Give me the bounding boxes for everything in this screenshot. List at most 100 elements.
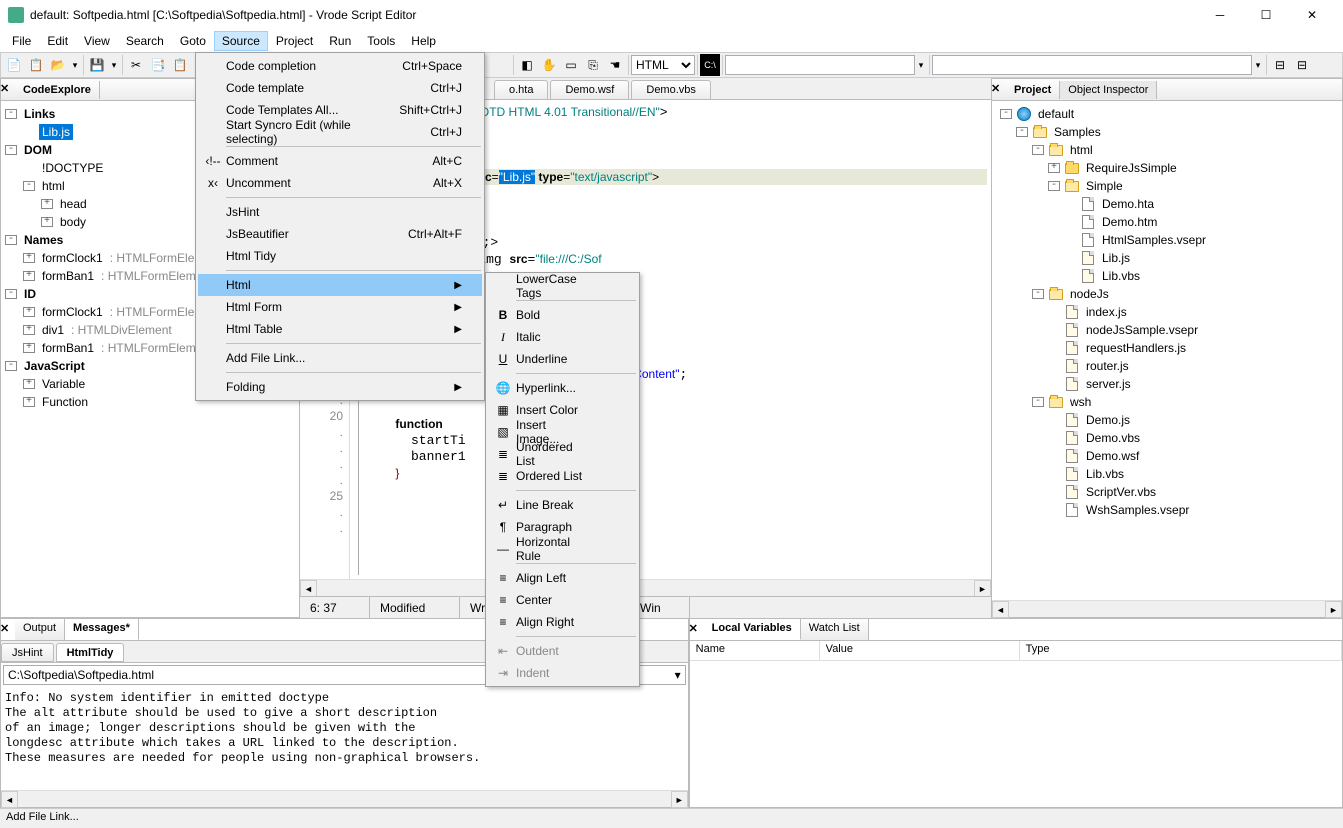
htmltidy-subtab[interactable]: HtmlTidy <box>56 643 125 662</box>
tree-item[interactable]: Lib.vbs <box>996 465 1338 483</box>
save-icon[interactable]: 💾 <box>86 54 108 76</box>
pan-icon[interactable]: ✋ <box>538 54 560 76</box>
nav-back-icon[interactable]: ⊟ <box>1269 54 1291 76</box>
tree-item[interactable]: Demo.js <box>996 411 1338 429</box>
menu-item[interactable]: ≡Align Left <box>488 567 637 589</box>
local-vars-tab[interactable]: Local Variables <box>704 619 801 640</box>
menu-item[interactable]: Code templateCtrl+J <box>198 77 482 99</box>
menu-item[interactable]: ‹!--CommentAlt+C <box>198 150 482 172</box>
menu-run[interactable]: Run <box>321 31 359 51</box>
tree-item[interactable]: WshSamples.vsepr <box>996 501 1338 519</box>
open-dropdown[interactable]: ▾ <box>69 60 81 71</box>
menu-goto[interactable]: Goto <box>172 31 214 51</box>
menu-item[interactable]: Add File Link... <box>198 347 482 369</box>
panel-close-icon[interactable]: ✕ <box>0 82 14 96</box>
code-explore-tab[interactable]: CodeExplore <box>15 81 100 99</box>
menu-item[interactable]: —Horizontal Rule <box>488 538 637 560</box>
menu-file[interactable]: File <box>4 31 39 51</box>
search-input-2[interactable] <box>932 55 1252 75</box>
menu-source[interactable]: Source <box>214 31 268 51</box>
paste-icon[interactable]: 📋 <box>169 54 191 76</box>
hand-icon[interactable]: ☚ <box>604 54 626 76</box>
menu-item[interactable]: IItalic <box>488 326 637 348</box>
tree-item[interactable]: -wsh <box>996 393 1338 411</box>
new-project-icon[interactable]: 📋 <box>25 54 47 76</box>
menu-item[interactable]: JsBeautifierCtrl+Alt+F <box>198 223 482 245</box>
search1-dropdown[interactable]: ▾ <box>915 60 927 71</box>
tree-item[interactable]: -html <box>996 141 1338 159</box>
watch-list-tab[interactable]: Watch List <box>801 619 869 640</box>
tree-item[interactable]: -Simple <box>996 177 1338 195</box>
menu-item[interactable]: Html Form▶ <box>198 296 482 318</box>
project-tab[interactable]: Project <box>1006 81 1060 99</box>
menu-item[interactable]: Html Table▶ <box>198 318 482 340</box>
menu-help[interactable]: Help <box>403 31 444 51</box>
menu-search[interactable]: Search <box>118 31 172 51</box>
open-icon[interactable]: 📂 <box>47 54 69 76</box>
tree-item[interactable]: server.js <box>996 375 1338 393</box>
save-dropdown[interactable]: ▾ <box>108 60 120 71</box>
panel-close-icon[interactable]: ✕ <box>689 622 703 636</box>
panel-close-icon[interactable]: ✕ <box>991 82 1005 96</box>
language-select[interactable]: HTML <box>631 55 695 75</box>
menu-item[interactable]: BBold <box>488 304 637 326</box>
copy-icon[interactable]: 📑 <box>147 54 169 76</box>
menu-item[interactable]: Code completionCtrl+Space <box>198 55 482 77</box>
menu-view[interactable]: View <box>76 31 118 51</box>
tree-item[interactable]: Demo.vbs <box>996 429 1338 447</box>
new-file-icon[interactable]: 📄 <box>3 54 25 76</box>
menu-item[interactable]: 🌐Hyperlink... <box>488 377 637 399</box>
menu-item[interactable]: Folding▶ <box>198 376 482 398</box>
tree-item[interactable]: Demo.wsf <box>996 447 1338 465</box>
menu-item[interactable]: Html Tidy <box>198 245 482 267</box>
close-button[interactable]: ✕ <box>1289 0 1335 30</box>
file-tab[interactable]: o.hta <box>494 80 548 99</box>
tree-item[interactable]: +RequireJsSimple <box>996 159 1338 177</box>
object-inspector-tab[interactable]: Object Inspector <box>1060 81 1157 99</box>
panel-close-icon[interactable]: ✕ <box>0 622 14 636</box>
tree-item[interactable]: index.js <box>996 303 1338 321</box>
output-hscroll[interactable]: ◄► <box>1 790 688 807</box>
menu-item[interactable]: ≡Center <box>488 589 637 611</box>
tree-item[interactable]: router.js <box>996 357 1338 375</box>
messages-tab[interactable]: Messages* <box>65 619 139 640</box>
menu-item[interactable]: x‹UncommentAlt+X <box>198 172 482 194</box>
copy2-icon[interactable]: ⎘ <box>582 54 604 76</box>
menu-item[interactable]: JsHint <box>198 201 482 223</box>
menu-edit[interactable]: Edit <box>39 31 76 51</box>
menu-item[interactable]: LowerCase Tags <box>488 275 637 297</box>
tree-item[interactable]: Lib.vbs <box>996 267 1338 285</box>
menu-project[interactable]: Project <box>268 31 321 51</box>
source-menu[interactable]: Code completionCtrl+SpaceCode templateCt… <box>195 52 485 401</box>
console-icon[interactable]: C:\ <box>700 54 720 76</box>
menu-item[interactable]: UUnderline <box>488 348 637 370</box>
project-hscroll[interactable]: ◄► <box>992 600 1342 617</box>
cut-icon[interactable]: ✂ <box>125 54 147 76</box>
minimize-button[interactable]: ─ <box>1197 0 1243 30</box>
jshint-subtab[interactable]: JsHint <box>1 643 54 662</box>
tree-item[interactable]: requestHandlers.js <box>996 339 1338 357</box>
menu-item[interactable]: ≡Align Right <box>488 611 637 633</box>
tree-item[interactable]: ScriptVer.vbs <box>996 483 1338 501</box>
tree-item[interactable]: -default <box>996 105 1338 123</box>
menu-item[interactable]: ↵Line Break <box>488 494 637 516</box>
editor-hscroll[interactable]: ◄► <box>300 579 991 596</box>
tree-item[interactable]: HtmlSamples.vsepr <box>996 231 1338 249</box>
tree-item[interactable]: nodeJsSample.vsepr <box>996 321 1338 339</box>
tool-icon[interactable]: ◧ <box>516 54 538 76</box>
search-input-1[interactable] <box>725 55 915 75</box>
menu-item[interactable]: ≣Ordered List <box>488 465 637 487</box>
tree-item[interactable]: Demo.htm <box>996 213 1338 231</box>
menu-item[interactable]: Html▶ <box>198 274 482 296</box>
file-tab[interactable]: Demo.wsf <box>550 80 629 99</box>
file-tab[interactable]: Demo.vbs <box>631 80 711 99</box>
menu-tools[interactable]: Tools <box>359 31 403 51</box>
tree-item[interactable]: -nodeJs <box>996 285 1338 303</box>
tree-item[interactable]: -Samples <box>996 123 1338 141</box>
output-tab[interactable]: Output <box>15 619 65 640</box>
project-tree[interactable]: -default-Samples-html+RequireJsSimple-Si… <box>992 101 1342 600</box>
menu-item[interactable]: Start Syncro Edit (while selecting)Ctrl+… <box>198 121 482 143</box>
nav-fwd-icon[interactable]: ⊟ <box>1291 54 1313 76</box>
frame-icon[interactable]: ▭ <box>560 54 582 76</box>
html-submenu[interactable]: LowerCase Tags BBoldIItalicUUnderline 🌐Hyp… <box>485 272 640 687</box>
